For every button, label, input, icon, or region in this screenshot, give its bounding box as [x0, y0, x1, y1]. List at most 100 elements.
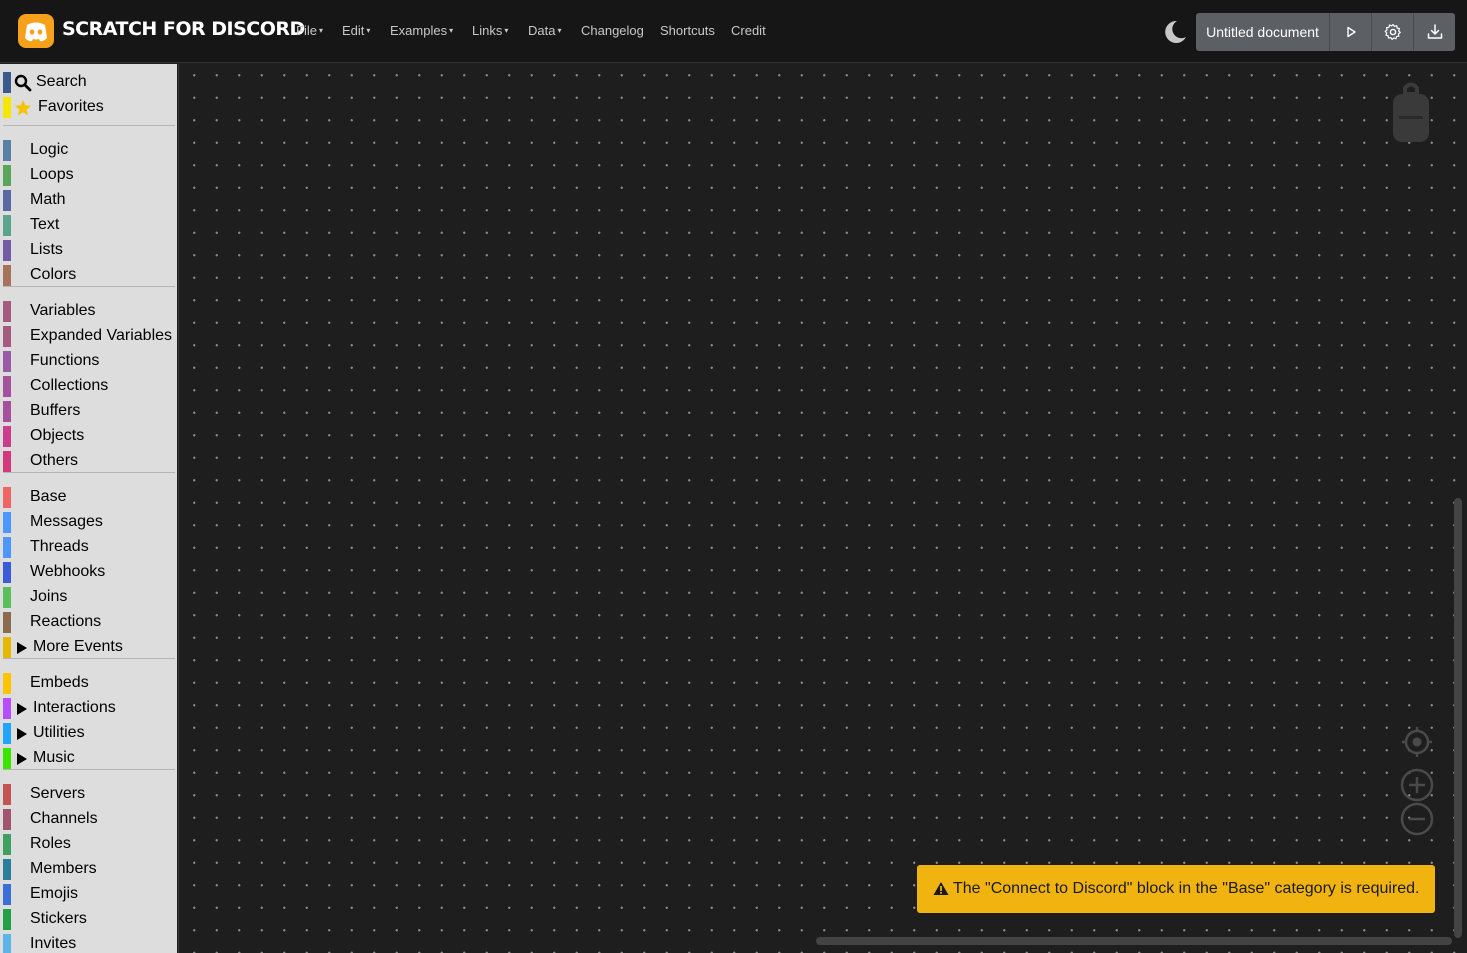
settings-button[interactable] [1371, 13, 1413, 51]
menu-links[interactable]: Links ▾ [472, 23, 508, 38]
category-label: Threads [30, 538, 89, 555]
category-loops[interactable]: Loops [0, 162, 177, 187]
category-interactions[interactable]: Interactions [0, 695, 177, 720]
category-color-stripe [3, 834, 11, 855]
category-objects[interactable]: Objects [0, 423, 177, 448]
category-members[interactable]: Members [0, 856, 177, 881]
category-label: Collections [30, 377, 109, 394]
menu-file[interactable]: File ▾ [296, 23, 323, 38]
zoom-out-icon[interactable] [1400, 802, 1434, 836]
category-reactions[interactable]: Reactions [0, 609, 177, 634]
category-color-stripe [3, 426, 11, 447]
brand-title[interactable]: SCRATCH FOR DISCORD [62, 18, 305, 40]
warning-toast[interactable]: The "Connect to Discord" block in the "B… [917, 865, 1435, 913]
category-label: Messages [30, 513, 103, 530]
warning-icon [933, 882, 949, 895]
menu-edit[interactable]: Edit ▾ [342, 23, 370, 38]
category-color-stripe [3, 909, 11, 930]
category-color-stripe [3, 723, 11, 744]
expand-arrow-icon[interactable] [17, 703, 27, 715]
category-expanded-variables[interactable]: Expanded Variables [0, 323, 177, 348]
category-joins[interactable]: Joins [0, 584, 177, 609]
category-color-stripe [3, 859, 11, 880]
vertical-scrollbar[interactable] [1454, 498, 1462, 938]
horizontal-scrollbar[interactable] [816, 937, 1452, 945]
category-label: Base [30, 488, 67, 505]
category-stickers[interactable]: Stickers [0, 906, 177, 931]
menu-data[interactable]: Data ▾ [528, 23, 561, 38]
category-label: Others [30, 452, 79, 469]
run-button[interactable] [1329, 13, 1371, 51]
category-label: Lists [30, 241, 63, 258]
zoom-in-icon[interactable] [1400, 768, 1434, 802]
moon-icon[interactable] [1160, 18, 1188, 46]
category-emojis[interactable]: Emojis [0, 881, 177, 906]
category-color-stripe [3, 809, 11, 830]
category-divider [3, 286, 175, 287]
category-channels[interactable]: Channels [0, 806, 177, 831]
category-logic[interactable]: Logic [0, 137, 177, 162]
category-collections[interactable]: Collections [0, 373, 177, 398]
category-color-stripe [3, 351, 11, 372]
discord-logo-icon[interactable] [18, 14, 54, 48]
category-embeds[interactable]: Embeds [0, 670, 177, 695]
category-variables[interactable]: Variables [0, 298, 177, 323]
category-invites[interactable]: Invites [0, 931, 177, 953]
category-lists[interactable]: Lists [0, 237, 177, 262]
category-more-events[interactable]: More Events [0, 634, 177, 659]
category-color-stripe [3, 934, 11, 953]
expand-arrow-icon[interactable] [17, 728, 27, 740]
category-math[interactable]: Math [0, 187, 177, 212]
category-servers[interactable]: Servers [0, 781, 177, 806]
block-category-toolbox: Search Favorites Logic Loops Math Text Lists… [0, 64, 177, 953]
category-color-stripe [3, 165, 11, 186]
download-button[interactable] [1413, 13, 1455, 51]
menu-changelog[interactable]: Changelog [581, 23, 644, 38]
category-label: Embeds [30, 674, 89, 691]
category-color-stripe [3, 748, 11, 769]
blockly-workspace[interactable] [178, 64, 1467, 953]
category-text[interactable]: Text [0, 212, 177, 237]
category-search[interactable]: Search [0, 69, 177, 94]
category-others[interactable]: Others [0, 448, 177, 473]
category-threads[interactable]: Threads [0, 534, 177, 559]
category-label: Music [33, 749, 75, 766]
category-colors[interactable]: Colors [0, 262, 177, 287]
category-color-stripe [3, 401, 11, 422]
category-label: Logic [30, 141, 69, 158]
menu-credit[interactable]: Credit [731, 23, 766, 38]
category-messages[interactable]: Messages [0, 509, 177, 534]
category-color-stripe [3, 487, 11, 508]
category-color-stripe [3, 451, 11, 472]
category-music[interactable]: Music [0, 745, 177, 770]
category-roles[interactable]: Roles [0, 831, 177, 856]
expand-arrow-icon[interactable] [17, 642, 27, 654]
menu-shortcuts[interactable]: Shortcuts [660, 23, 715, 38]
category-color-stripe [3, 215, 11, 236]
backpack-icon[interactable] [1389, 82, 1433, 146]
recenter-icon[interactable] [1400, 725, 1434, 759]
category-color-stripe [3, 537, 11, 558]
category-label: Loops [30, 166, 74, 183]
category-color-stripe [3, 698, 11, 719]
category-base[interactable]: Base [0, 484, 177, 509]
category-label: Text [30, 216, 60, 233]
category-divider [3, 125, 175, 126]
category-webhooks[interactable]: Webhooks [0, 559, 177, 584]
category-color-stripe [3, 301, 11, 322]
category-color-stripe [3, 512, 11, 533]
category-favorites[interactable]: Favorites [0, 94, 177, 119]
menu-examples[interactable]: Examples ▾ [390, 23, 453, 38]
document-name-button[interactable]: Untitled document [1196, 13, 1329, 51]
top-navbar: SCRATCH FOR DISCORD File ▾ Edit ▾ Examples… [0, 0, 1467, 63]
chevron-down-icon: ▾ [557, 26, 562, 35]
category-buffers[interactable]: Buffers [0, 398, 177, 423]
expand-arrow-icon[interactable] [17, 753, 27, 765]
category-label: Functions [30, 352, 100, 369]
category-divider [3, 472, 175, 473]
category-utilities[interactable]: Utilities [0, 720, 177, 745]
category-functions[interactable]: Functions [0, 348, 177, 373]
category-label: More Events [33, 638, 123, 655]
category-label: Interactions [33, 699, 116, 716]
warning-message: The "Connect to Discord" block in the "B… [953, 880, 1420, 897]
